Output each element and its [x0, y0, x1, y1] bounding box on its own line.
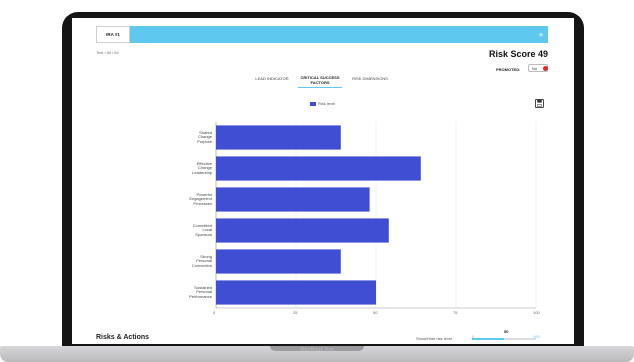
tab-risk-dimensions[interactable]: RISK DIMENSIONS [346, 76, 394, 81]
slider-value-label: 50 [504, 329, 509, 334]
category-label-5: Sustained Personal Performance [189, 284, 212, 299]
category-label-4: Strong Personal Connection [191, 253, 212, 268]
legend-label[interactable]: Risk level [318, 101, 335, 106]
x-tick-label-0: 0 [213, 310, 216, 315]
chart-svg [215, 122, 537, 309]
category-label-0: Shared Change Purpose [197, 129, 212, 144]
risks-actions-title: Risks & Actions [96, 334, 150, 341]
risk-score-heading: Risk Score 49 [488, 49, 548, 59]
bar-5[interactable] [216, 280, 376, 305]
assessment-tab[interactable]: IRA #1 [96, 26, 130, 43]
tab-lead-indicator[interactable]: LEAD INDICATOR [250, 76, 294, 81]
category-label-3: Committed Local Sponsors [192, 222, 212, 237]
category-label-1: Effective Change Leadership [192, 160, 212, 175]
bar-2[interactable] [216, 187, 370, 212]
x-tick-label-3: 75 [453, 310, 458, 315]
bar-4[interactable] [216, 249, 341, 274]
save-icon[interactable] [535, 99, 544, 108]
add-tab-button[interactable]: + [534, 26, 548, 43]
x-tick-label-4: 100 [533, 310, 540, 315]
laptop-model-label: MacBook Pro [300, 347, 334, 353]
slider-min-label: 0 [472, 334, 475, 339]
x-tick-label-1: 25 [293, 310, 298, 315]
promoted-value: No [532, 65, 538, 71]
bar-1[interactable] [216, 156, 421, 181]
test-filter-label: Test / All \ All [96, 50, 119, 55]
top-tab-bar [96, 26, 548, 43]
active-tab-underline [298, 87, 342, 88]
tab-critical-success-factors[interactable]: CRITICAL SUCCESS FACTORS [296, 75, 344, 85]
show-hide-risk-label: Show/Hide risk level [416, 336, 453, 341]
slider-max-label: 100 [533, 334, 540, 339]
category-label-2: Powerful Engagement Processes [189, 191, 212, 206]
x-tick-label-2: 50 [373, 310, 378, 315]
bar-3[interactable] [216, 218, 389, 243]
slider-fill [472, 338, 504, 340]
bar-0[interactable] [216, 125, 341, 150]
promoted-label: PROMOTED: [496, 67, 521, 72]
status-indicator-dot [543, 66, 548, 71]
laptop-screen: IRA #1 + Test / All \ All Risk Score 49 … [72, 18, 574, 344]
legend-swatch [310, 102, 316, 106]
risk-bar-chart: Shared Change Purpose Effective Change Leader… [140, 118, 540, 315]
